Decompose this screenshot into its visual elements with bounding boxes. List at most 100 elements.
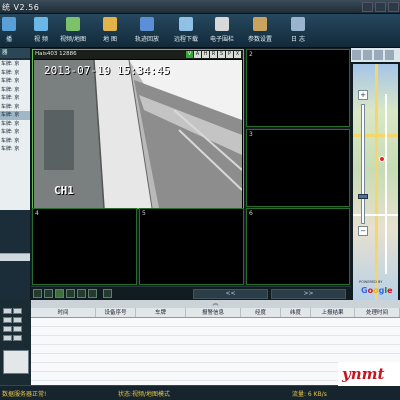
record-button[interactable]: R bbox=[210, 51, 217, 58]
toolbar-item-settings[interactable]: 参数设置 bbox=[245, 17, 275, 47]
toolbar-item-remote-download[interactable]: 远程下载 bbox=[171, 17, 201, 47]
close-button[interactable] bbox=[388, 2, 399, 12]
maximize-button[interactable] bbox=[375, 2, 386, 12]
map-tool-button[interactable] bbox=[363, 50, 372, 60]
panel-collapse-handle[interactable]: ︽ bbox=[31, 300, 400, 308]
video-icon bbox=[34, 17, 48, 31]
column-header[interactable]: 处理时间 bbox=[355, 308, 400, 317]
tree-item[interactable]: 车牌: 京 bbox=[0, 94, 30, 103]
info-line bbox=[0, 284, 30, 291]
watermark-logo: ynmt bbox=[338, 362, 400, 386]
minimize-button[interactable] bbox=[362, 2, 373, 12]
toolbar-item-map[interactable]: 地 图 bbox=[95, 17, 125, 47]
ptz-key[interactable] bbox=[3, 317, 12, 323]
toolbar-label: 电子围栏 bbox=[209, 36, 234, 43]
info-line bbox=[0, 291, 30, 298]
video-cell-5[interactable]: 5 bbox=[139, 208, 244, 285]
tree-item[interactable]: 车牌: 京 bbox=[0, 137, 30, 146]
toolbar-item-video[interactable]: 视 频 bbox=[26, 17, 56, 47]
column-header[interactable]: 时间 bbox=[31, 308, 96, 317]
ptz-pad[interactable] bbox=[3, 350, 29, 374]
alarm-table-header: 时间 设备序号 车牌 报警信息 经度 纬度 上报结果 处理时间 bbox=[31, 308, 400, 318]
map-road bbox=[353, 214, 398, 216]
ptz-button[interactable]: P bbox=[226, 51, 233, 58]
layout-16-button[interactable] bbox=[77, 289, 86, 298]
column-header[interactable]: 上报结果 bbox=[311, 308, 355, 317]
tree-item[interactable]: 车牌: 京 bbox=[0, 103, 30, 112]
vehicle-marker-icon[interactable] bbox=[379, 156, 385, 162]
map-tool-button[interactable] bbox=[374, 50, 383, 60]
mode-status: 状态:视频/地图模式 bbox=[118, 391, 171, 398]
video-cell-3[interactable]: 3 bbox=[246, 129, 350, 207]
ptz-key[interactable] bbox=[3, 308, 12, 314]
video-cell-4[interactable]: 4 bbox=[32, 208, 137, 285]
zoom-out-button[interactable]: − bbox=[358, 226, 368, 236]
snapshot-button[interactable]: S bbox=[218, 51, 225, 58]
title-bar: 统 V2.56 bbox=[0, 0, 400, 14]
video-cell-2[interactable]: 2 bbox=[246, 49, 350, 127]
toolbar-item-geofence[interactable]: 电子围栏 bbox=[207, 17, 237, 47]
h-button[interactable]: H bbox=[202, 51, 209, 58]
zoom-in-button[interactable]: + bbox=[358, 90, 368, 100]
column-header[interactable]: 报警信息 bbox=[186, 308, 241, 317]
toolbar-item-track-playback[interactable]: 轨迹回放 bbox=[132, 17, 162, 47]
toolbar-item-video-map[interactable]: 视频/地图 bbox=[58, 17, 88, 47]
layout-1-button[interactable] bbox=[33, 289, 42, 298]
camera-name: Hais403 12886 bbox=[35, 51, 77, 57]
tree-item[interactable]: 车牌: 京 bbox=[0, 77, 30, 86]
toolbar-item-log[interactable]: 日 志 bbox=[283, 17, 313, 47]
ptz-key[interactable] bbox=[3, 326, 12, 332]
column-header[interactable]: 纬度 bbox=[281, 308, 311, 317]
cell-number: 6 bbox=[249, 210, 253, 217]
map-tool-button[interactable] bbox=[352, 50, 361, 60]
stop-all-button[interactable] bbox=[103, 289, 112, 298]
tree-item[interactable]: 车牌: 京 bbox=[0, 145, 30, 154]
info-line bbox=[0, 263, 30, 270]
map-toolbar bbox=[351, 48, 400, 62]
map-tool-button[interactable] bbox=[385, 50, 394, 60]
device-panel: 器 车牌: 京 车牌: 京 车牌: 京 车牌: 京 车牌: 京 车牌: 京 车牌… bbox=[0, 48, 31, 300]
toolbar-label: 视频/地图 bbox=[59, 36, 87, 43]
tree-item[interactable]: 车牌: 京 bbox=[0, 120, 30, 129]
device-tree[interactable]: 车牌: 京 车牌: 京 车牌: 京 车牌: 京 车牌: 京 车牌: 京 车牌: … bbox=[0, 60, 30, 210]
ptz-key[interactable] bbox=[13, 308, 22, 314]
video-cell-1[interactable]: Hais403 12886 V A H R S P X 2013-07-19 1… bbox=[32, 49, 244, 209]
tree-item[interactable]: 车牌: 京 bbox=[0, 69, 30, 78]
zoom-slider-track[interactable] bbox=[361, 104, 365, 224]
close-video-button[interactable]: X bbox=[234, 51, 241, 58]
next-page-button[interactable]: >> bbox=[271, 289, 346, 299]
info-line bbox=[0, 277, 30, 284]
tree-item[interactable]: 车牌: 京 bbox=[0, 86, 30, 95]
tree-item[interactable]: 车牌: 京 bbox=[0, 128, 30, 137]
toolbar-item-player[interactable]: 播 bbox=[0, 17, 24, 47]
google-logo: Google bbox=[361, 286, 393, 295]
map-view[interactable]: + − POWERED BY Google bbox=[353, 64, 398, 300]
camera-feed-image: 2013-07-19 15:34:45 CH1 bbox=[34, 60, 242, 208]
prev-page-button[interactable]: << bbox=[193, 289, 268, 299]
ptz-key[interactable] bbox=[3, 335, 12, 341]
video-toggle-button[interactable]: V bbox=[186, 51, 193, 58]
layout-6-button[interactable] bbox=[55, 289, 64, 298]
log-icon bbox=[291, 17, 305, 31]
layout-4-button[interactable] bbox=[44, 289, 53, 298]
ptz-key[interactable] bbox=[13, 335, 22, 341]
layout-9-button[interactable] bbox=[66, 289, 75, 298]
tree-item[interactable]: 车牌: 京 bbox=[0, 60, 30, 69]
column-header[interactable]: 车牌 bbox=[136, 308, 186, 317]
layout-full-button[interactable] bbox=[88, 289, 97, 298]
column-header[interactable]: 经度 bbox=[241, 308, 281, 317]
zoom-slider-thumb[interactable] bbox=[358, 194, 368, 199]
settings-icon bbox=[253, 17, 267, 31]
cell-number: 3 bbox=[249, 131, 253, 138]
toolbar-label: 日 志 bbox=[291, 36, 305, 43]
ptz-key[interactable] bbox=[13, 317, 22, 323]
column-header[interactable]: 设备序号 bbox=[96, 308, 136, 317]
ptz-key[interactable] bbox=[13, 326, 22, 332]
tree-item-selected[interactable]: 车牌: 京 bbox=[0, 111, 30, 120]
audio-button[interactable]: A bbox=[194, 51, 201, 58]
status-bar: 数据服务器正常! 状态:视频/地图模式 流量: 6 KB/s bbox=[0, 385, 400, 400]
video-cell-6[interactable]: 6 bbox=[246, 208, 350, 285]
server-status: 数据服务器正常! bbox=[2, 391, 47, 398]
track-playback-icon bbox=[140, 17, 154, 31]
device-tree-scrollbar[interactable] bbox=[0, 253, 30, 261]
